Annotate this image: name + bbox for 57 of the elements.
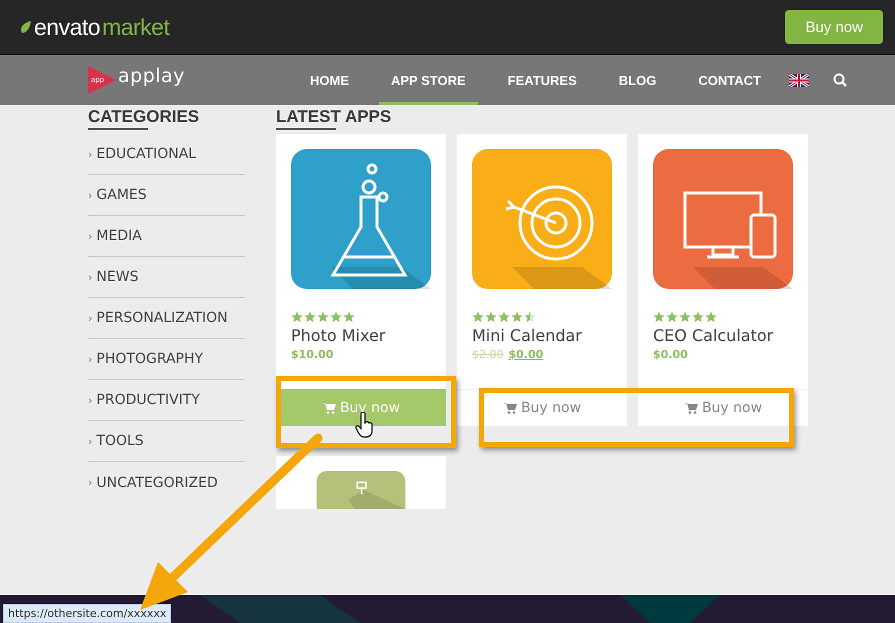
search-icon — [832, 73, 847, 87]
category-item[interactable]: › EDUCATIONAL — [88, 134, 245, 175]
section-heading: LATEST APPS — [276, 107, 392, 127]
section-heading: CATEGORIES — [88, 107, 200, 127]
status-url: https://othersite.com/xxxxxx — [3, 604, 172, 623]
nav-link[interactable]: BLOG — [606, 55, 668, 105]
category-item[interactable]: › PRODUCTIVITY — [88, 380, 245, 421]
cart-icon — [322, 402, 336, 414]
chevron-icon: › — [88, 270, 92, 284]
chevron-icon: › — [88, 394, 92, 406]
nav-link[interactable]: HOME — [298, 55, 361, 105]
old-price: $2.00 — [472, 348, 504, 361]
category-item[interactable]: › TOOLS — [88, 421, 245, 462]
star-icon — [485, 311, 497, 323]
star-icon — [343, 311, 355, 323]
category-item[interactable]: › GAMES — [88, 175, 245, 216]
star-icon — [472, 311, 484, 323]
category-item[interactable]: › PERSONALIZATION — [88, 298, 245, 339]
star-icon — [666, 311, 678, 323]
logo-text: market — [102, 14, 170, 40]
star-icon — [679, 311, 691, 323]
star-icon — [705, 311, 717, 323]
flag-icon — [788, 74, 809, 86]
logo-text: applay — [118, 65, 185, 87]
chevron-icon: › — [88, 434, 92, 448]
app-name[interactable]: CEO Calculator — [653, 326, 793, 345]
chevron-icon: › — [88, 230, 92, 242]
nav-link[interactable]: FEATURES — [496, 55, 589, 105]
category-item[interactable]: › UNCATEGORIZED — [88, 462, 245, 503]
nav-link[interactable]: CONTACT — [686, 55, 773, 105]
star-icon — [317, 311, 329, 323]
chevron-icon: › — [88, 188, 92, 202]
star-icon — [511, 311, 523, 323]
star-icon — [304, 311, 316, 323]
category-item[interactable]: › NEWS — [88, 257, 245, 298]
app-name[interactable]: Mini Calendar — [472, 326, 612, 345]
chevron-icon: › — [88, 352, 92, 366]
cart-icon — [502, 402, 517, 414]
logo-text: envato — [34, 14, 100, 40]
nav-link[interactable]: APP STORE — [379, 55, 478, 105]
price: $0.00 — [653, 348, 688, 361]
star-icon — [330, 311, 342, 323]
star-icon — [291, 311, 303, 323]
category-item[interactable]: › PHOTOGRAPHY — [88, 339, 245, 380]
chevron-icon: › — [88, 476, 92, 489]
chevron-icon: › — [88, 148, 92, 160]
category-item[interactable]: › MEDIA — [88, 216, 245, 257]
cart-icon — [684, 402, 698, 414]
app-name[interactable]: Photo Mixer — [291, 326, 431, 345]
star-icon — [524, 311, 536, 323]
leaf-icon — [20, 20, 32, 34]
price: $10.00 — [291, 348, 334, 361]
star-icon — [692, 311, 704, 323]
chevron-icon: › — [88, 312, 92, 324]
star-icon — [498, 311, 510, 323]
star-icon — [653, 311, 665, 323]
price: $0.00 — [508, 348, 544, 361]
